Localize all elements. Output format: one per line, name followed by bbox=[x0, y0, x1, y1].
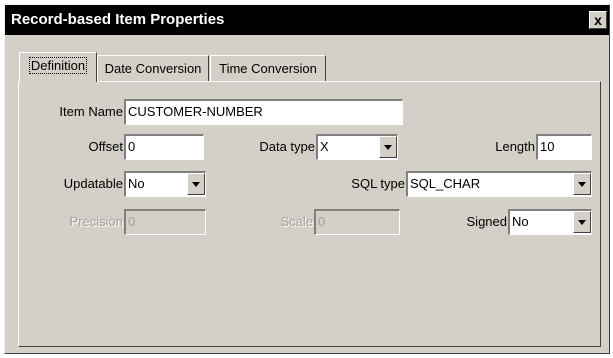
sql-type-dropdown-icon[interactable] bbox=[573, 173, 591, 195]
item-name-field[interactable]: CUSTOMER-NUMBER bbox=[124, 99, 403, 125]
title-bar[interactable]: Record-based Item Properties x bbox=[5, 5, 609, 35]
scale-label: Scale bbox=[280, 214, 313, 229]
precision-field: 0 bbox=[124, 209, 206, 235]
tab-date-conversion-label: Date Conversion bbox=[104, 61, 202, 76]
offset-field[interactable]: 0 bbox=[124, 134, 204, 160]
data-type-value: X bbox=[320, 139, 329, 154]
updatable-select[interactable]: No bbox=[124, 171, 206, 197]
data-type-select[interactable]: X bbox=[316, 134, 398, 160]
signed-dropdown-icon[interactable] bbox=[573, 211, 591, 233]
tab-date-conversion[interactable]: Date Conversion bbox=[97, 55, 209, 81]
properties-dialog: Record-based Item Properties x Definitio… bbox=[4, 4, 610, 354]
updatable-value: No bbox=[128, 176, 145, 191]
close-button[interactable]: x bbox=[589, 11, 607, 29]
data-type-dropdown-icon[interactable] bbox=[379, 136, 397, 158]
signed-label: Signed bbox=[466, 214, 507, 229]
tab-definition-label: Definition bbox=[28, 57, 88, 74]
sql-type-label: SQL type bbox=[351, 176, 405, 191]
signed-select[interactable]: No bbox=[508, 209, 592, 235]
item-name-label: Item Name bbox=[59, 104, 123, 119]
updatable-dropdown-icon[interactable] bbox=[187, 173, 205, 195]
sql-type-select[interactable]: SQL_CHAR bbox=[406, 171, 592, 197]
offset-label: Offset bbox=[88, 139, 123, 154]
length-field[interactable]: 10 bbox=[536, 134, 592, 160]
tab-time-conversion[interactable]: Time Conversion bbox=[210, 55, 326, 81]
tab-time-conversion-label: Time Conversion bbox=[219, 61, 317, 76]
close-icon: x bbox=[594, 12, 602, 28]
sql-type-value: SQL_CHAR bbox=[410, 176, 481, 191]
signed-value: No bbox=[512, 214, 529, 229]
data-type-label: Data type bbox=[259, 139, 315, 154]
tab-definition[interactable]: Definition bbox=[19, 52, 97, 82]
length-label: Length bbox=[495, 139, 535, 154]
updatable-label: Updatable bbox=[63, 176, 123, 191]
scale-field: 0 bbox=[314, 209, 400, 235]
precision-label: Precision bbox=[69, 214, 123, 229]
dialog-title: Record-based Item Properties bbox=[11, 11, 225, 28]
